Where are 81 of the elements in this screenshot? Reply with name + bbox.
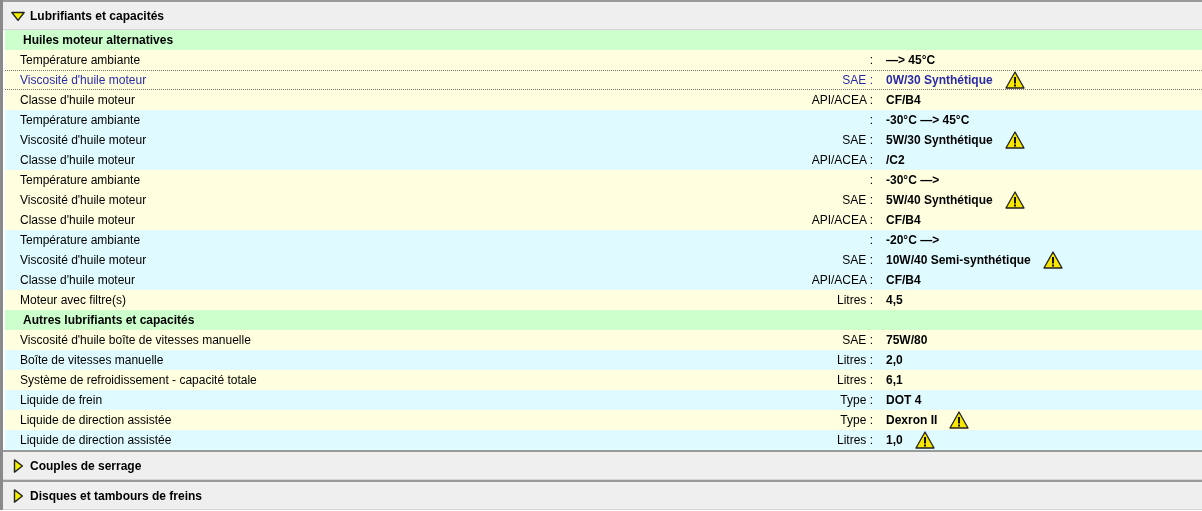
table-row[interactable]: Classe d'huile moteur API/ACEA : /C2 (5, 150, 1202, 170)
table-row[interactable]: Système de refroidissement - capacité totale Litres : 6,1 (5, 370, 1202, 390)
table-row[interactable]: Classe d'huile moteur API/ACEA : CF/B4 (5, 270, 1202, 290)
row-unit: API/ACEA : (810, 213, 873, 227)
row-label: Liquide de direction assistée (20, 433, 173, 447)
row-label: Boîte de vitesses manuelle (20, 353, 165, 367)
row-unit: Litres : (836, 353, 873, 367)
table-row[interactable]: Température ambiante : -30°C —> (5, 170, 1202, 190)
row-value: 10W/40 Semi-synthétique (886, 253, 1031, 267)
row-value: 1,0 (886, 433, 903, 447)
table-row[interactable]: Boîte de vitesses manuelle Litres : 2,0 (5, 350, 1202, 370)
row-label: Viscosité d'huile boîte de vitesses manuelle (20, 333, 252, 347)
row-unit: API/ACEA : (810, 93, 873, 107)
row-value: 6,1 (886, 373, 903, 387)
table-row[interactable]: Classe d'huile moteur API/ACEA : CF/B4 (5, 210, 1202, 230)
row-label: Classe d'huile moteur (20, 93, 136, 107)
row-label: Température ambiante (20, 53, 142, 67)
row-unit: SAE : (841, 333, 873, 347)
row-unit: API/ACEA : (810, 153, 873, 167)
table-row[interactable]: Moteur avec filtre(s) Litres : 4,5 (5, 290, 1202, 310)
row-value: -30°C —> (886, 173, 940, 187)
table-row[interactable]: Liquide de frein Type : DOT 4 (5, 390, 1202, 410)
row-unit: : (868, 113, 873, 127)
table-row[interactable]: Liquide de direction assistée Type : Dexron II (5, 410, 1202, 430)
row-unit: Litres : (836, 293, 873, 307)
row-unit: API/ACEA : (810, 273, 873, 287)
row-value: 4,5 (886, 293, 903, 307)
row-label: Viscosité d'huile moteur (20, 193, 148, 207)
row-unit: : (868, 173, 873, 187)
section-header[interactable]: Lubrifiants et capacités (3, 0, 1202, 30)
row-value: 2,0 (886, 353, 903, 367)
row-label: Viscosité d'huile moteur (20, 133, 148, 147)
row-unit: : (868, 53, 873, 67)
row-value: CF/B4 (886, 213, 921, 227)
row-value: -20°C —> (886, 233, 940, 247)
row-unit: : (868, 233, 873, 247)
row-value: 5W/40 Synthétique (886, 193, 993, 207)
table-row[interactable]: Viscosité d'huile moteur SAE : 10W/40 Semi-synthétique (5, 250, 1202, 270)
row-unit: Type : (839, 413, 873, 427)
row-value: 5W/30 Synthétique (886, 133, 993, 147)
row-unit: SAE : (841, 73, 873, 87)
row-label: Liquide de frein (20, 393, 104, 407)
table-row[interactable]: Liquide de direction assistée Litres : 1,0 (5, 430, 1202, 450)
row-value: -30°C —> 45°C (886, 113, 970, 127)
row-label: Viscosité d'huile moteur (20, 73, 148, 87)
row-value: 0W/30 Synthétique (886, 73, 993, 87)
group-header: Huiles moteur alternatives (5, 30, 1202, 50)
row-label: Température ambiante (20, 113, 142, 127)
row-label: Classe d'huile moteur (20, 273, 136, 287)
row-value: CF/B4 (886, 273, 921, 287)
row-label: Température ambiante (20, 173, 142, 187)
table-row[interactable]: Température ambiante : -20°C —> (5, 230, 1202, 250)
row-value: Dexron II (886, 413, 938, 427)
table-row[interactable]: Viscosité d'huile moteur SAE : 5W/30 Synthétique (5, 130, 1202, 150)
table-row[interactable]: Classe d'huile moteur API/ACEA : CF/B4 (5, 90, 1202, 110)
table-row[interactable]: Viscosité d'huile boîte de vitesses manuelle SAE : 75W/80 (5, 330, 1202, 350)
row-unit: Litres : (836, 433, 873, 447)
table-row[interactable]: Température ambiante : -30°C —> 45°C (5, 110, 1202, 130)
row-value: CF/B4 (886, 93, 921, 107)
row-unit: SAE : (841, 193, 873, 207)
row-unit: Type : (839, 393, 873, 407)
row-label: Viscosité d'huile moteur (20, 253, 148, 267)
section-header[interactable]: Couples de serrage (3, 450, 1202, 480)
row-unit: SAE : (841, 133, 873, 147)
row-label: Température ambiante (20, 233, 142, 247)
row-value: DOT 4 (886, 393, 922, 407)
row-value: —> 45°C (886, 53, 936, 67)
table-row[interactable]: Viscosité d'huile moteur SAE : 0W/30 Synthétique (5, 70, 1202, 90)
section-header[interactable]: Disques et tambours de freins (3, 480, 1202, 510)
group-header: Autres lubrifiants et capacités (5, 310, 1202, 330)
row-label: Système de refroidissement - capacité totale (20, 373, 258, 387)
row-label: Moteur avec filtre(s) (20, 293, 128, 307)
row-label: Classe d'huile moteur (20, 153, 136, 167)
row-value: 75W/80 (886, 333, 928, 347)
table-row[interactable]: Viscosité d'huile moteur SAE : 5W/40 Synthétique (5, 190, 1202, 210)
row-label: Liquide de direction assistée (20, 413, 173, 427)
row-unit: Litres : (836, 373, 873, 387)
table-row[interactable]: Température ambiante : —> 45°C (5, 50, 1202, 70)
row-value: /C2 (886, 153, 905, 167)
row-unit: SAE : (841, 253, 873, 267)
row-label: Classe d'huile moteur (20, 213, 136, 227)
